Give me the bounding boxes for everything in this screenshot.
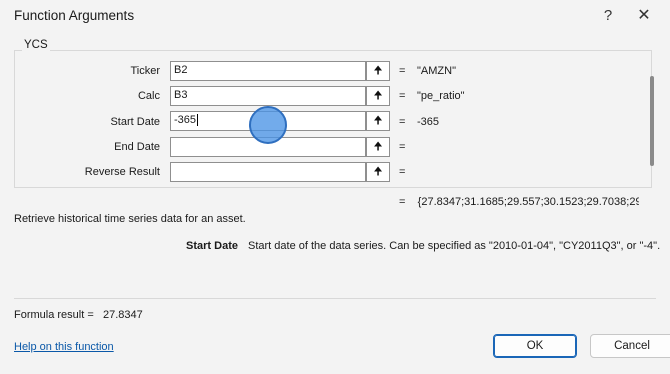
equals-sign: =: [399, 196, 406, 208]
arguments-scrollbar[interactable]: [647, 56, 657, 184]
ticker-result: "AMZN": [417, 65, 456, 77]
collapse-dialog-button-reverse-result[interactable]: 🠉: [366, 162, 390, 182]
equals-sign: =: [399, 90, 406, 102]
divider: [14, 298, 656, 299]
arg-help-text: Start date of the data series. Can be sp…: [248, 240, 661, 252]
upload-arrow-icon: 🠉: [373, 166, 383, 178]
calc-result: "pe_ratio": [417, 90, 465, 102]
equals-sign: =: [399, 166, 406, 178]
equals-sign: =: [399, 116, 406, 128]
equals-sign: =: [399, 141, 406, 153]
overall-result-value: {27.8347;31.1685;29.557;30.1523;29.7038;…: [417, 196, 639, 208]
calc-input[interactable]: B3: [170, 86, 366, 106]
touch-indicator: [249, 106, 287, 144]
overall-result: = {27.8347;31.1685;29.557;30.1523;29.703…: [399, 196, 639, 208]
reverse-result-input[interactable]: [170, 162, 366, 182]
scrollbar-thumb[interactable]: [650, 76, 654, 166]
cancel-button[interactable]: Cancel: [590, 334, 670, 358]
collapse-dialog-button-ticker[interactable]: 🠉: [366, 61, 390, 81]
arg-label-start-date: Start Date: [110, 116, 160, 128]
collapse-dialog-button-end-date[interactable]: 🠉: [366, 137, 390, 157]
arg-help-label: Start Date: [186, 240, 238, 252]
arg-label-reverse-result: Reverse Result: [84, 166, 160, 178]
collapse-dialog-button-start-date[interactable]: 🠉: [366, 111, 390, 131]
start-date-value: -365: [174, 114, 197, 126]
upload-arrow-icon: 🠉: [373, 65, 383, 77]
function-arguments-dialog: Function Arguments ? ✕ YCS Ticker B2 🠉 =…: [0, 0, 670, 374]
collapse-dialog-button-calc[interactable]: 🠉: [366, 86, 390, 106]
start-date-result: -365: [417, 116, 440, 128]
equals-sign: =: [399, 65, 406, 77]
function-description: Retrieve historical time series data for…: [14, 213, 246, 225]
upload-arrow-icon: 🠉: [373, 90, 383, 102]
title-bar: Function Arguments ? ✕: [0, 0, 670, 32]
upload-arrow-icon: 🠉: [373, 115, 383, 127]
formula-result-label: Formula result =: [14, 309, 94, 321]
ok-button[interactable]: OK: [493, 334, 577, 358]
arg-label-ticker: Ticker: [130, 65, 160, 77]
function-name: YCS: [22, 39, 50, 51]
close-icon[interactable]: ✕: [632, 6, 656, 26]
help-on-function-link[interactable]: Help on this function: [14, 341, 114, 353]
arg-label-calc: Calc: [137, 90, 160, 102]
arg-label-end-date: End Date: [114, 141, 160, 153]
formula-result-value: 27.8347: [103, 309, 143, 321]
text-cursor: [197, 114, 199, 127]
ticker-input[interactable]: B2: [170, 61, 366, 81]
help-icon[interactable]: ?: [596, 6, 620, 26]
upload-arrow-icon: 🠉: [373, 141, 383, 153]
dialog-title: Function Arguments: [14, 8, 135, 23]
